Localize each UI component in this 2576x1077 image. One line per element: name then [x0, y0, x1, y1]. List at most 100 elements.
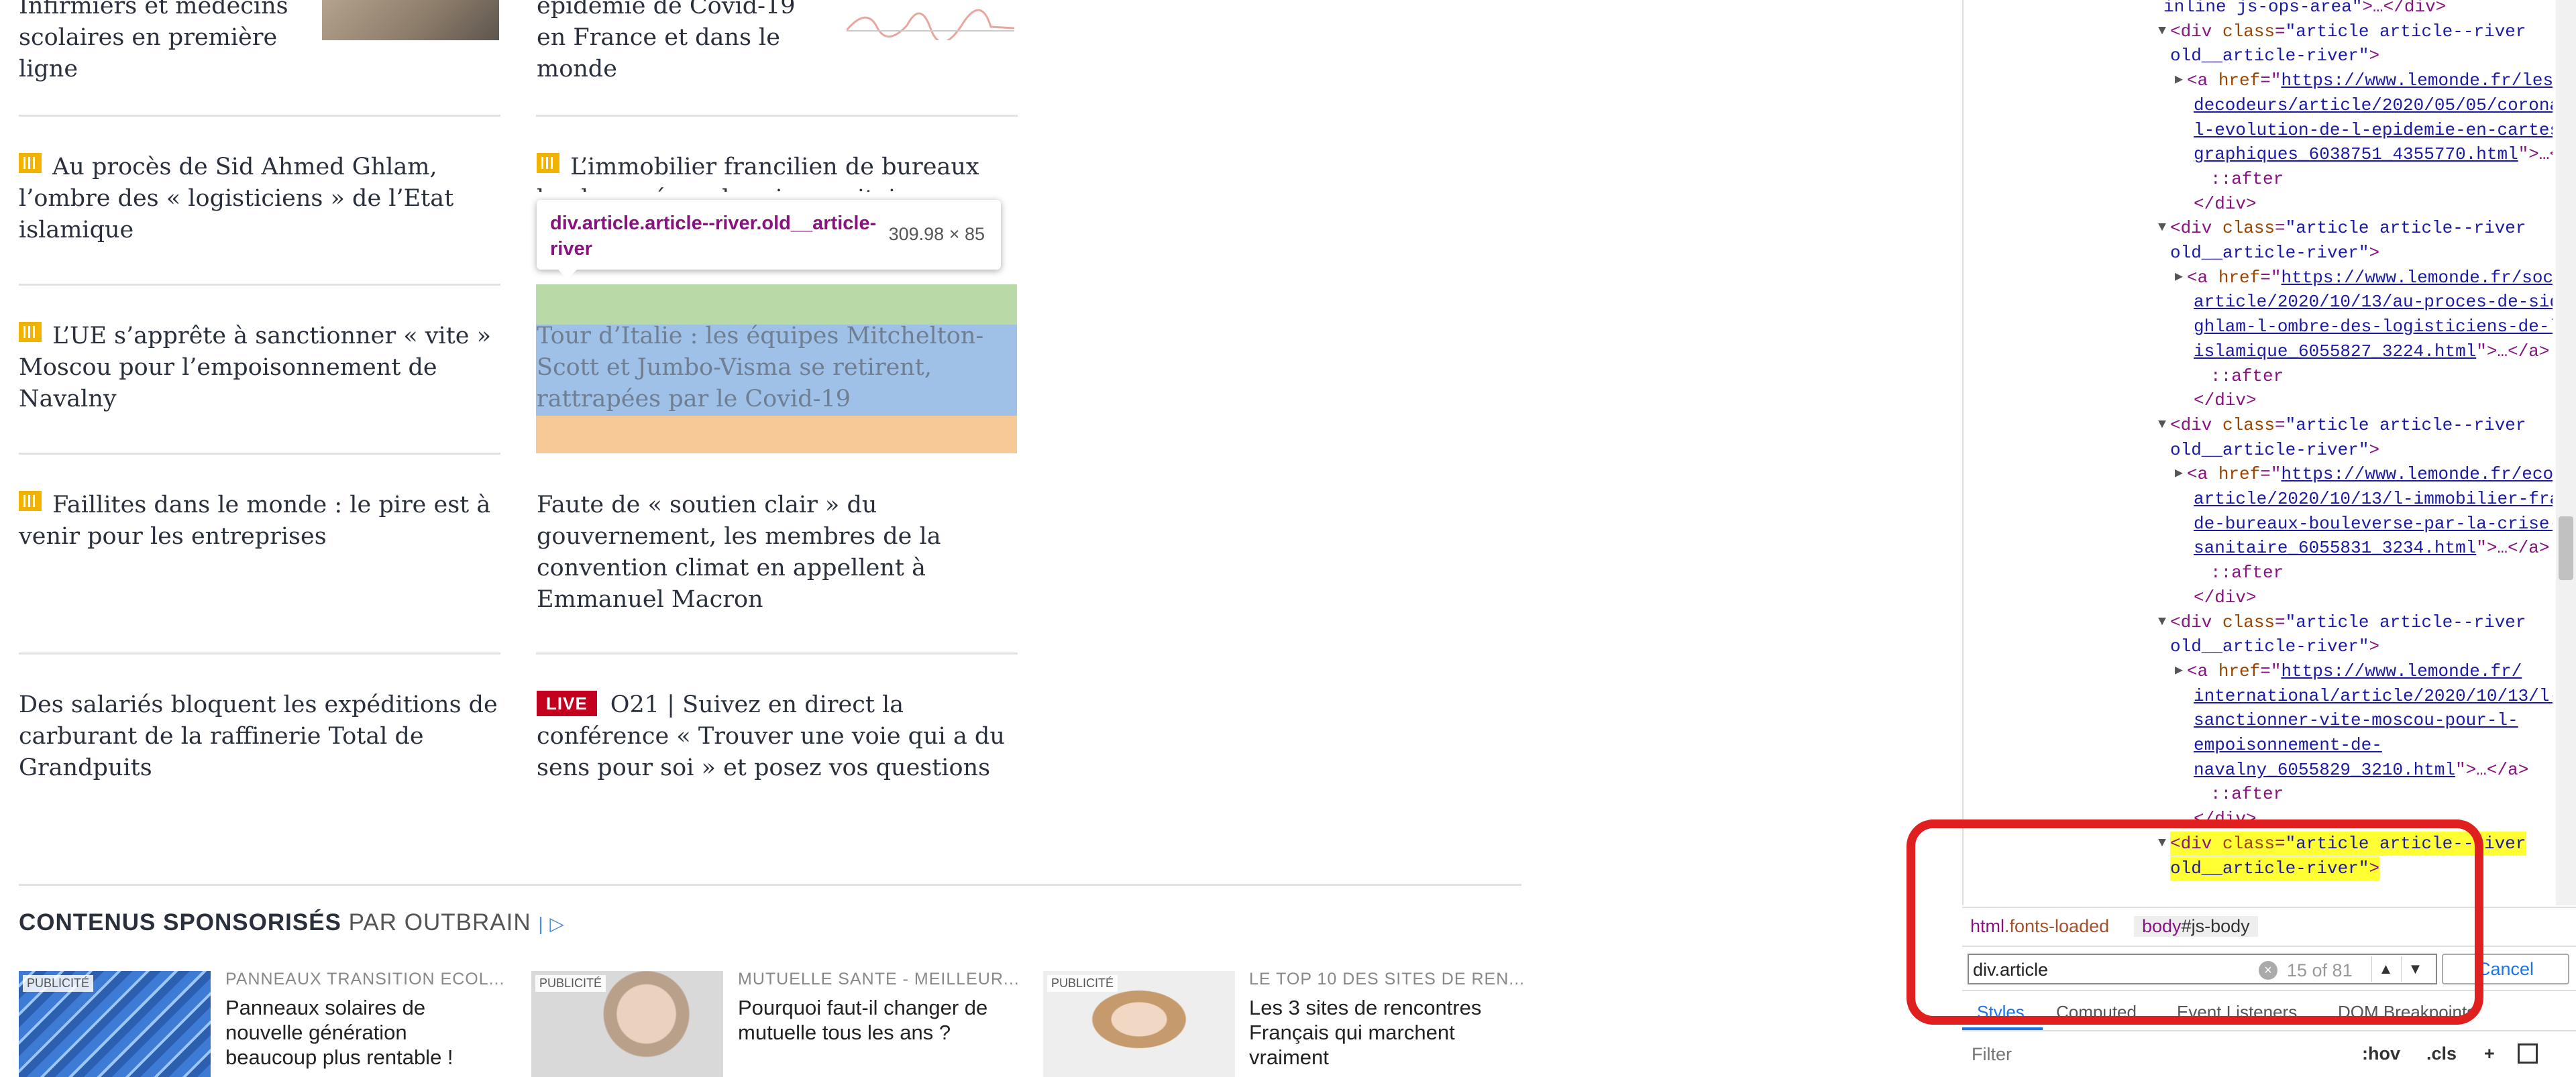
dom-token[interactable]: sanctionner-vite-moscou-pour-l- [2194, 710, 2518, 730]
article-a3[interactable]: Au procès de Sid Ahmed Ghlam, l’ombre de… [19, 152, 500, 246]
dom-line[interactable]: old__article-river"> [2170, 44, 2379, 68]
chart-thumbnail[interactable] [845, 0, 1015, 43]
new-style-rule-icon[interactable]: + [2484, 1043, 2495, 1064]
dom-line[interactable]: empoisonnement-de- [2194, 733, 2382, 757]
article-title[interactable]: Faillites dans le monde : le pire est à … [19, 492, 490, 550]
dom-line[interactable]: old__article-river"> [2170, 241, 2379, 265]
outbrain-label[interactable]: PAR OUTBRAIN [349, 909, 531, 936]
article-a9[interactable]: Des salariés bloquent les expéditions de… [19, 689, 500, 784]
dom-token[interactable]: l-evolution-de-l-epidemie-en-cartes-et- [2194, 120, 2553, 140]
dom-line[interactable]: l-evolution-de-l-epidemie-en-cartes-et- [2194, 118, 2553, 142]
dom-token[interactable]: sanitaire_6055831_3234.html [2194, 538, 2476, 558]
cls-toggle[interactable]: .cls [2426, 1043, 2457, 1064]
article-title[interactable]: Faute de « soutien clair » du gouverneme… [537, 490, 1018, 616]
dom-line[interactable]: old__article-river"> [2170, 438, 2379, 462]
dom-line[interactable]: decodeurs/article/2020/05/05/coronaviru…… [2194, 93, 2553, 117]
dom-line[interactable]: international/article/2020/10/13/l-ue-s-… [2194, 684, 2553, 708]
dom-line[interactable]: ▼ <div class="article article--river [2158, 19, 2526, 44]
sponsored-title-link[interactable]: Panneaux solaires de nouvelle génération… [225, 995, 494, 1070]
expand-arrow-icon[interactable]: ▼ [2158, 216, 2166, 240]
article-a5[interactable]: L’UE s’apprête à sanctionner « vite » Mo… [19, 321, 500, 415]
dom-line[interactable]: sanitaire_6055831_3234.html">…</a> [2194, 536, 2550, 560]
sponsored-title-link[interactable]: Pourquoi faut-il changer de mutuelle tou… [738, 995, 1020, 1045]
dom-line[interactable]: </div> [2194, 388, 2257, 412]
dom-line[interactable]: </div> [2194, 585, 2257, 610]
dom-token[interactable]: https://www.lemonde.fr/economie/ [2281, 464, 2553, 484]
dom-line[interactable]: ▼ <div class="article article--river [2158, 413, 2526, 437]
dom-tree[interactable]: inline js-ops-area">…</div> ▼ <div class="… [1962, 0, 2553, 905]
article-thumbnail[interactable] [322, 0, 499, 40]
article-a10[interactable]: LIVE O21 | Suivez en direct la conférence… [537, 689, 1018, 784]
sponsored-title-link[interactable]: Les 3 sites de rencontres Français qui m… [1249, 995, 1517, 1070]
collapse-arrow-icon[interactable]: ▶ [2175, 462, 2183, 486]
sponsored-source[interactable]: MUTUELLE SANTE - MEILLEUR... [738, 970, 1020, 989]
dom-line[interactable]: ::after [2210, 167, 2284, 191]
sponsored-image-mutuelle[interactable]: PUBLICITÉ [531, 971, 723, 1077]
article-a8[interactable]: Faute de « soutien clair » du gouverneme… [537, 490, 1018, 616]
sponsored-image-rencontres[interactable]: PUBLICITÉ [1043, 971, 1235, 1077]
dom-token[interactable]: islamique_6055827_3224.html [2194, 341, 2476, 361]
article-title[interactable]: Tour d’Italie : les équipes Mitchelton-S… [537, 321, 1018, 415]
dom-line[interactable]: ▶<a href="https://www.lemonde.fr/economi… [2175, 462, 2553, 486]
collapse-arrow-icon[interactable]: ▶ [2175, 68, 2183, 93]
dom-line[interactable]: ▼ <div class="article article--river [2158, 610, 2526, 634]
dom-token[interactable]: https://www.lemonde.fr/les- [2281, 70, 2553, 91]
article-title[interactable]: Infirmiers et médecins scolaires en prem… [19, 0, 314, 85]
article-a6[interactable]: Tour d’Italie : les équipes Mitchelton-S… [537, 321, 1018, 415]
sponsored-image-solar[interactable]: PUBLICITÉ [19, 971, 211, 1077]
dom-tree-scrollbar[interactable] [2556, 0, 2576, 905]
dom-line[interactable]: ::after [2210, 561, 2284, 585]
dom-token[interactable]: graphiques_6038751_4355770.html [2194, 144, 2518, 164]
hov-toggle[interactable]: :hov [2362, 1043, 2400, 1064]
dom-line[interactable]: </div> [2194, 192, 2257, 216]
collapse-arrow-icon[interactable]: ▶ [2175, 659, 2183, 683]
dom-token[interactable]: international/article/2020/10/13/l-ue-s-… [2194, 686, 2553, 706]
dom-line[interactable]: ▼ <div class="article article--river [2158, 216, 2526, 240]
dom-token[interactable]: https://www.lemonde.fr/ [2281, 661, 2522, 681]
expand-arrow-icon[interactable]: ▼ [2158, 19, 2166, 44]
expand-arrow-icon[interactable]: ▼ [2158, 610, 2166, 634]
dom-line[interactable]: article/2020/10/13/l-immobilier-francili… [2194, 487, 2553, 511]
article-a1[interactable]: Infirmiers et médecins scolaires en prem… [19, 0, 314, 85]
expand-arrow-icon[interactable]: ▼ [2158, 413, 2166, 437]
dom-token[interactable]: de-bureaux-bouleverse-par-la-crise- [2194, 514, 2553, 534]
article-a2[interactable]: épidémie de Covid-19 en France et dans l… [537, 0, 818, 85]
dom-line[interactable]: ::after [2210, 364, 2284, 388]
dom-line[interactable]: inline js-ops-area">…</div> [2163, 0, 2446, 19]
dom-line[interactable]: ghlam-l-ombre-des-logisticiens-de-l-etat… [2194, 315, 2553, 339]
toggle-sidebar-icon[interactable] [2518, 1043, 2538, 1064]
dom-line[interactable]: ▶ <a href="https://www.lemonde.fr/les- [2175, 68, 2553, 93]
article-title[interactable]: L’immobilier francilien de bureaux boule… [537, 154, 979, 192]
scrollbar-thumb[interactable] [2559, 516, 2573, 580]
dom-token: ::after [2210, 784, 2284, 805]
dom-line[interactable]: article/2020/10/13/au-proces-de-sid-ahme… [2194, 290, 2553, 314]
dom-line[interactable]: sanctionner-vite-moscou-pour-l- [2194, 708, 2518, 732]
dom-line[interactable]: navalny_6055829_3210.html">…</a> [2194, 758, 2528, 782]
sponsored-source[interactable]: PANNEAUX TRANSITION ECOL... [225, 970, 504, 989]
outbrain-icon[interactable]: | ▷ [538, 913, 565, 934]
dom-line[interactable]: ::after [2210, 782, 2284, 806]
dom-token[interactable]: decodeurs/article/2020/05/05/coronaviru…… [2194, 95, 2553, 115]
article-title[interactable]: Des salariés bloquent les expéditions de… [19, 689, 500, 784]
dom-line[interactable]: islamique_6055827_3224.html">…</a> [2194, 339, 2550, 363]
dom-token[interactable]: article/2020/10/13/l-immobilier-francili… [2194, 489, 2553, 509]
dom-line[interactable]: graphiques_6038751_4355770.html">…</a> [2194, 142, 2553, 166]
dom-token[interactable]: empoisonnement-de- [2194, 735, 2382, 755]
dom-line[interactable]: ▶<a href="https://www.lemonde.fr/societe… [2175, 266, 2553, 290]
article-a7[interactable]: Faillites dans le monde : le pire est à … [19, 490, 500, 553]
dom-token[interactable]: article/2020/10/13/au-proces-de-sid-ahme… [2194, 292, 2553, 312]
dom-line[interactable]: de-bureaux-bouleverse-par-la-crise- [2194, 512, 2553, 536]
article-title[interactable]: O21 | Suivez en direct la conférence « T… [537, 691, 1005, 781]
sponsored-source[interactable]: LE TOP 10 DES SITES DE REN... [1249, 970, 1525, 989]
collapse-arrow-icon[interactable]: ▶ [2175, 266, 2183, 290]
dom-line[interactable]: old__article-river"> [2170, 634, 2379, 659]
article-title[interactable]: L’UE s’apprête à sanctionner « vite » Mo… [19, 323, 491, 412]
dom-token[interactable]: https://www.lemonde.fr/societe/ [2281, 268, 2553, 288]
article-title[interactable]: épidémie de Covid-19 en France et dans l… [537, 0, 818, 85]
dom-token[interactable]: ghlam-l-ombre-des-logisticiens-de-l-etat… [2194, 317, 2553, 337]
dom-line[interactable]: ▶ <a href="https://www.lemonde.fr/ [2175, 659, 2522, 683]
article-a4[interactable]: L’immobilier francilien de bureaux boule… [537, 152, 1018, 192]
dom-token[interactable]: navalny_6055829_3210.html [2194, 760, 2455, 780]
article-title[interactable]: Au procès de Sid Ahmed Ghlam, l’ombre de… [19, 154, 453, 243]
styles-filter-input[interactable] [1972, 1041, 2361, 1068]
